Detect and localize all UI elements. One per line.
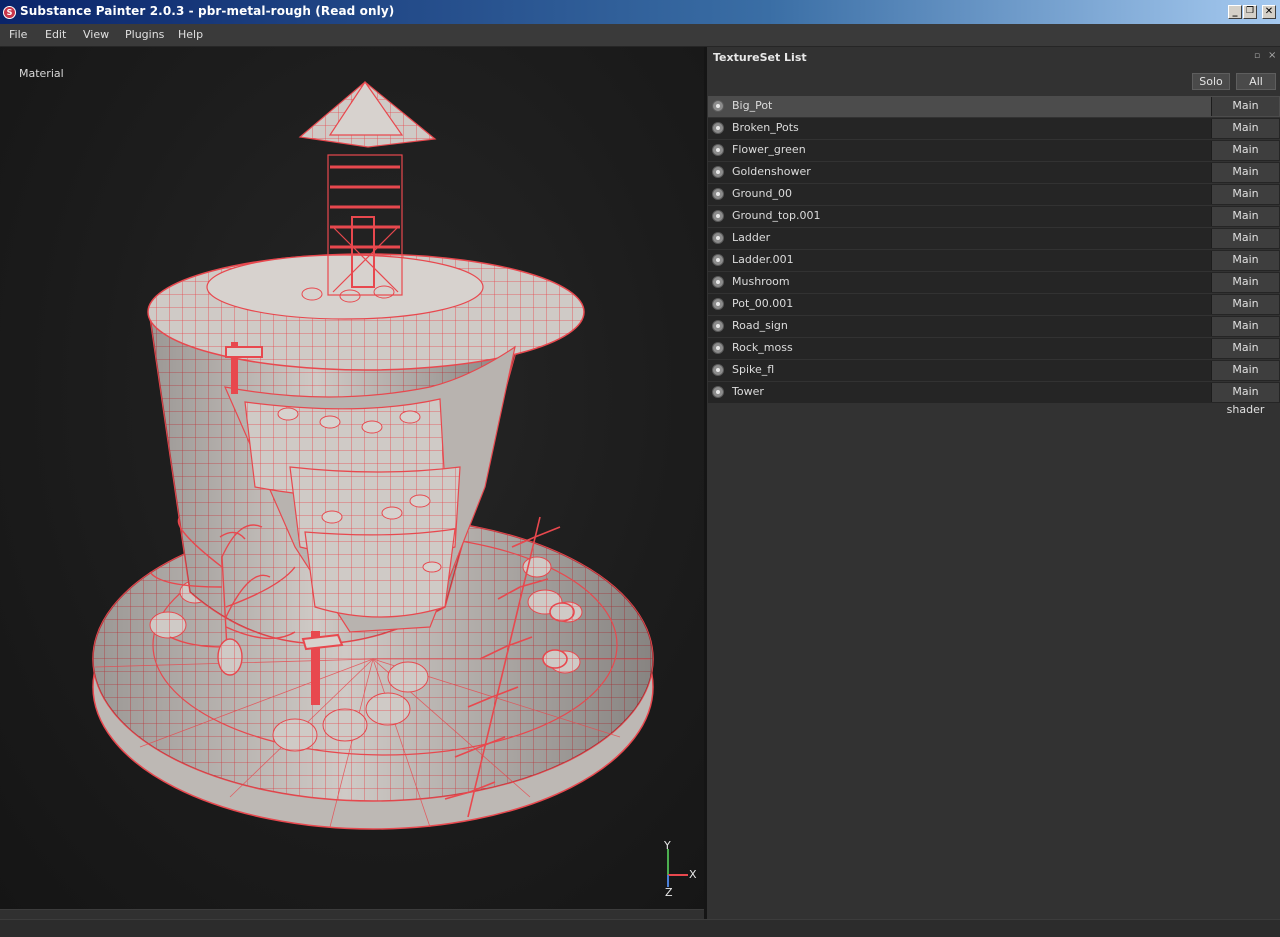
textureset-name: Pot_00.001: [732, 297, 794, 310]
shader-select[interactable]: Main shader: [1211, 339, 1279, 372]
textureset-row[interactable]: Tower Main shader: [708, 382, 1280, 416]
window-title-bar[interactable]: S Substance Painter 2.0.3 - pbr-metal-ro…: [0, 0, 1280, 24]
textureset-row[interactable]: Ladder.001 Main shader: [708, 250, 1280, 284]
shader-select[interactable]: Main shader: [1211, 383, 1279, 416]
minimize-button[interactable]: _: [1228, 5, 1242, 19]
shader-select[interactable]: Main shader: [1211, 141, 1279, 174]
app-logo-icon: S: [3, 6, 16, 19]
shader-select[interactable]: Main shader: [1211, 317, 1279, 350]
visibility-radio-icon[interactable]: [712, 144, 724, 156]
textureset-name: Road_sign: [732, 319, 788, 332]
axis-x-label: X: [689, 868, 697, 881]
shader-select[interactable]: Main shader: [1211, 185, 1279, 218]
shader-select[interactable]: Main shader: [1211, 229, 1279, 262]
textureset-list-panel: TextureSet List ▫ × Solo All Big_Pot Main…: [707, 47, 1280, 919]
textureset-name: Ladder: [732, 231, 771, 244]
textureset-row[interactable]: Road_sign Main shader: [708, 316, 1280, 350]
textureset-name: Broken_Pots: [732, 121, 799, 134]
axis-y-label: Y: [663, 839, 671, 852]
menu-file[interactable]: File: [9, 28, 27, 41]
visibility-radio-icon[interactable]: [712, 364, 724, 376]
visibility-radio-icon[interactable]: [712, 386, 724, 398]
menu-bar: File Edit View Plugins Help: [0, 24, 1280, 47]
textureset-list: Big_Pot Main shader Broken_Pots Main shader…: [708, 96, 1280, 416]
shader-select[interactable]: Main shader: [1211, 295, 1279, 328]
textureset-name: Ground_00: [732, 187, 792, 200]
status-bar: [0, 919, 1280, 937]
textureset-row[interactable]: Flower_green Main shader: [708, 140, 1280, 174]
textureset-name: Spike_fl: [732, 363, 775, 376]
visibility-radio-icon[interactable]: [712, 100, 724, 112]
textureset-name: Flower_green: [732, 143, 806, 156]
textureset-row[interactable]: Goldenshower Main shader: [708, 162, 1280, 196]
shader-select[interactable]: Main shader: [1211, 207, 1279, 240]
textureset-name: Ground_top.001: [732, 209, 821, 222]
menu-plugins[interactable]: Plugins: [125, 28, 164, 41]
textureset-row[interactable]: Ground_top.001 Main shader: [708, 206, 1280, 240]
textureset-row[interactable]: Big_Pot Main shader: [708, 96, 1280, 130]
visibility-radio-icon[interactable]: [712, 188, 724, 200]
textureset-row[interactable]: Ground_00 Main shader: [708, 184, 1280, 218]
all-button[interactable]: All: [1236, 73, 1276, 90]
panel-title: TextureSet List: [713, 51, 807, 64]
close-panel-icon[interactable]: ×: [1268, 50, 1276, 61]
textureset-name: Mushroom: [732, 275, 790, 288]
restore-button[interactable]: ❐: [1243, 5, 1257, 19]
shader-select[interactable]: Main shader: [1211, 97, 1279, 130]
visibility-radio-icon[interactable]: [712, 122, 724, 134]
menu-help[interactable]: Help: [178, 28, 203, 41]
visibility-radio-icon[interactable]: [712, 276, 724, 288]
shader-select[interactable]: Main shader: [1211, 119, 1279, 152]
textureset-row[interactable]: Mushroom Main shader: [708, 272, 1280, 306]
visibility-radio-icon[interactable]: [712, 342, 724, 354]
textureset-name: Ladder.001: [732, 253, 794, 266]
3d-model-render[interactable]: Y X Z: [0, 47, 704, 909]
textureset-row[interactable]: Ladder Main shader: [708, 228, 1280, 262]
textureset-name: Tower: [732, 385, 764, 398]
shader-select[interactable]: Main shader: [1211, 163, 1279, 196]
textureset-row[interactable]: Spike_fl Main shader: [708, 360, 1280, 394]
shader-select[interactable]: Main shader: [1211, 273, 1279, 306]
visibility-radio-icon[interactable]: [712, 298, 724, 310]
visibility-radio-icon[interactable]: [712, 254, 724, 266]
float-panel-icon[interactable]: ▫: [1254, 51, 1260, 61]
shader-select[interactable]: Main shader: [1211, 361, 1279, 394]
3d-viewport[interactable]: Material Y X Z: [0, 47, 704, 909]
textureset-name: Big_Pot: [732, 99, 773, 112]
visibility-radio-icon[interactable]: [712, 210, 724, 222]
shader-select[interactable]: Main shader: [1211, 251, 1279, 284]
menu-view[interactable]: View: [83, 28, 109, 41]
textureset-name: Rock_moss: [732, 341, 793, 354]
axis-z-label: Z: [665, 886, 673, 899]
solo-button[interactable]: Solo: [1192, 73, 1230, 90]
textureset-row[interactable]: Broken_Pots Main shader: [708, 118, 1280, 152]
visibility-radio-icon[interactable]: [712, 232, 724, 244]
textureset-row[interactable]: Rock_moss Main shader: [708, 338, 1280, 372]
visibility-radio-icon[interactable]: [712, 320, 724, 332]
close-button[interactable]: ✕: [1262, 5, 1276, 19]
menu-edit[interactable]: Edit: [45, 28, 66, 41]
axis-gizmo: Y X Z: [663, 839, 697, 899]
textureset-row[interactable]: Pot_00.001 Main shader: [708, 294, 1280, 328]
visibility-radio-icon[interactable]: [712, 166, 724, 178]
textureset-name: Goldenshower: [732, 165, 811, 178]
window-title: Substance Painter 2.0.3 - pbr-metal-roug…: [20, 4, 395, 18]
